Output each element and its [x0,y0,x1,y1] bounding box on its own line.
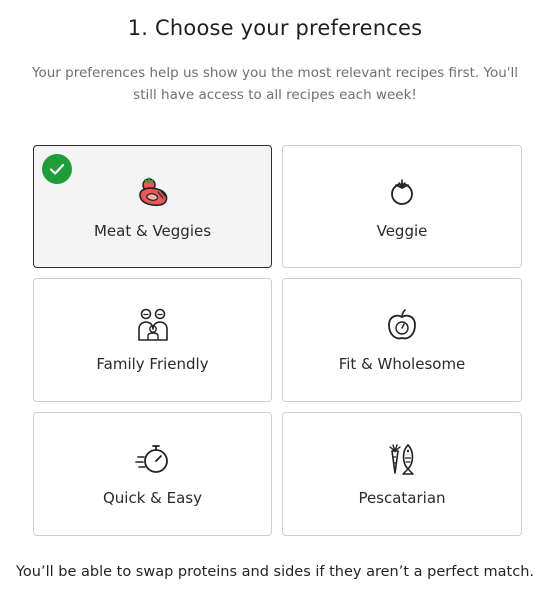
preference-card-meat-veggies[interactable]: Meat & Veggies [33,145,272,268]
preference-label: Meat & Veggies [93,222,212,240]
stopwatch-icon [134,441,171,477]
selected-check-icon [42,154,72,184]
preferences-grid: Meat & Veggies Veggie Family Friendly Fi… [33,145,522,536]
preference-label: Quick & Easy [102,489,202,507]
apple-scale-icon [384,307,420,343]
footer-note: You’ll be able to swap proteins and side… [15,564,534,580]
preference-label: Veggie [376,222,428,240]
preference-label: Family Friendly [96,355,209,373]
preference-card-quick-easy[interactable]: Quick & Easy [33,412,272,536]
preference-card-family-friendly[interactable]: Family Friendly [33,278,272,402]
tomato-icon [384,174,420,210]
steak-tomato-icon [135,174,171,210]
preference-card-veggie[interactable]: Veggie [282,145,522,268]
preference-label: Pescatarian [358,489,446,507]
preference-label: Fit & Wholesome [338,355,466,373]
fish-carrot-icon [384,441,420,477]
preference-card-fit-wholesome[interactable]: Fit & Wholesome [282,278,522,402]
page-title: 1. Choose your preferences [127,16,423,40]
page-subtitle: Your preferences help us show you the mo… [32,65,518,103]
family-icon [135,307,171,343]
preference-card-pescatarian[interactable]: Pescatarian [282,412,522,536]
